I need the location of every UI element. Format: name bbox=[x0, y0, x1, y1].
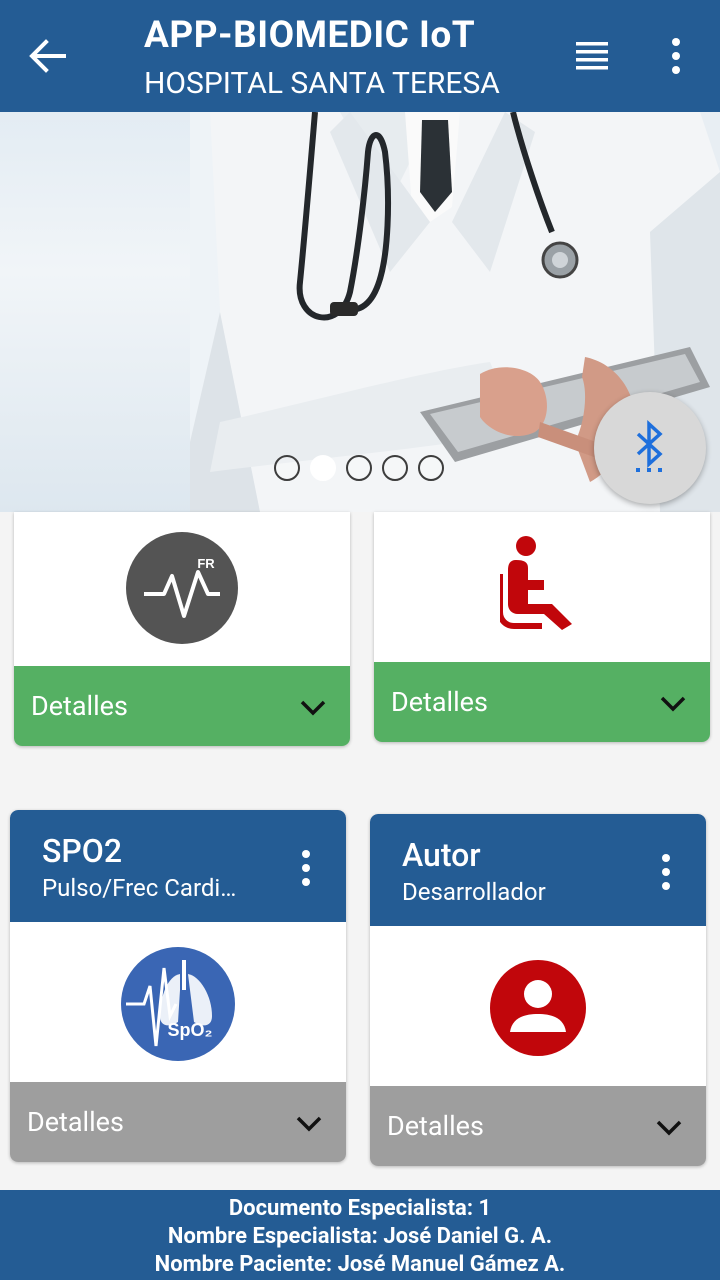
chevron-down-icon bbox=[296, 1116, 322, 1132]
author-card: Autor Desarrollador Detalles bbox=[370, 814, 706, 1166]
card-title: Autor bbox=[402, 836, 481, 874]
card-subtitle: Desarrollador bbox=[402, 878, 546, 906]
carousel-dot[interactable] bbox=[346, 455, 372, 481]
bluetooth-button[interactable] bbox=[594, 392, 706, 504]
carousel-dot[interactable] bbox=[382, 455, 408, 481]
specialist-info-bar: Documento Especialista: 1 Nombre Especia… bbox=[0, 1190, 720, 1280]
app-subtitle: HOSPITAL SANTA TERESA bbox=[144, 66, 500, 101]
specialist-document: Documento Especialista: 1 bbox=[228, 1196, 492, 1221]
user-circle-icon[interactable] bbox=[490, 960, 586, 1056]
arrow-left-icon[interactable] bbox=[26, 34, 70, 78]
details-label: Detalles bbox=[391, 686, 488, 718]
details-toggle[interactable]: Detalles bbox=[10, 1082, 346, 1162]
fr-card: FR Detalles bbox=[14, 512, 350, 746]
patient-name: Nombre Paciente: José Manuel Gámez A. bbox=[154, 1252, 566, 1277]
card-subtitle: Pulso/Frec Cardi… bbox=[42, 874, 237, 902]
seated-person-icon[interactable] bbox=[500, 534, 584, 630]
spo2-icon-text: SpO₂ bbox=[168, 1020, 213, 1040]
carousel-dot-active[interactable] bbox=[310, 455, 336, 481]
list-icon[interactable] bbox=[572, 38, 612, 74]
seated-patient-card: Detalles bbox=[374, 512, 710, 742]
app-bar: APP-BIOMEDIC IoT HOSPITAL SANTA TERESA bbox=[0, 0, 720, 112]
card-header: SPO2 Pulso/Frec Cardi… bbox=[10, 810, 346, 922]
specialist-name: Nombre Especialista: José Daniel G. A. bbox=[167, 1224, 553, 1249]
carousel-indicators bbox=[274, 455, 444, 481]
chevron-down-icon bbox=[300, 700, 326, 716]
fr-pulse-icon[interactable]: FR bbox=[126, 532, 238, 644]
details-label: Detalles bbox=[27, 1106, 124, 1138]
bluetooth-searching-icon bbox=[636, 420, 663, 472]
more-vert-icon[interactable] bbox=[656, 852, 676, 892]
more-vert-icon[interactable] bbox=[296, 848, 316, 888]
details-label: Detalles bbox=[31, 690, 128, 722]
spo2-card: SPO2 Pulso/Frec Cardi… SpO₂ Detalles bbox=[10, 810, 346, 1162]
hero-background-panel bbox=[0, 112, 190, 512]
details-toggle[interactable]: Detalles bbox=[374, 662, 710, 742]
carousel-dot[interactable] bbox=[274, 455, 300, 481]
fr-icon-text: FR bbox=[197, 556, 215, 571]
card-header: Autor Desarrollador bbox=[370, 814, 706, 926]
details-label: Detalles bbox=[387, 1110, 484, 1142]
details-toggle[interactable]: Detalles bbox=[370, 1086, 706, 1166]
spo2-lungs-icon[interactable]: SpO₂ bbox=[120, 946, 236, 1062]
details-toggle[interactable]: Detalles bbox=[14, 666, 350, 746]
chevron-down-icon bbox=[660, 696, 686, 712]
app-title: APP-BIOMEDIC IoT bbox=[144, 14, 476, 57]
card-title: SPO2 bbox=[42, 832, 123, 870]
more-vert-icon[interactable] bbox=[660, 34, 692, 78]
carousel-dot[interactable] bbox=[418, 455, 444, 481]
chevron-down-icon bbox=[656, 1120, 682, 1136]
